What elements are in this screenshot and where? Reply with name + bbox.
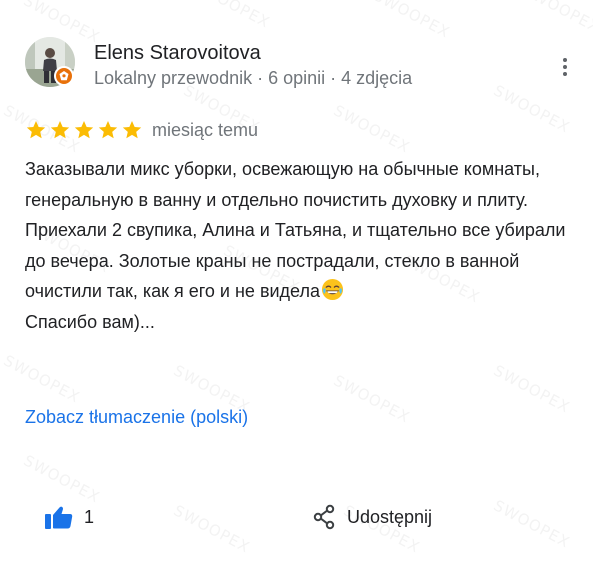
see-translation-link[interactable]: Zobacz tłumaczenie (polski) [25, 405, 248, 429]
share-icon [313, 504, 335, 530]
like-count: 1 [84, 507, 95, 527]
star-icon [50, 121, 70, 139]
rating-row: miesiąc temu [25, 118, 258, 142]
more-options-button[interactable] [556, 54, 574, 80]
thumbs-up-icon [45, 506, 73, 529]
review-date: miesiąc temu [152, 120, 259, 140]
review-text-ending: Спасибо вам)... [25, 311, 155, 332]
review-text: Заказывали микс уборки, освежающую на об… [25, 154, 570, 337]
share-button[interactable]: Udostępnij [312, 500, 432, 534]
star-icon [74, 121, 94, 139]
star-icon [26, 121, 46, 139]
local-guide-badge-icon [54, 66, 74, 86]
rolling-on-the-floor-laughing-emoji [321, 278, 344, 301]
reviewer-name[interactable]: Elens Starovoitova [94, 41, 261, 65]
star-icon [98, 121, 118, 139]
reviewer-meta: Lokalny przewodnik · 6 opinii · 4 zdjęci… [94, 68, 413, 88]
more-vert-icon [563, 58, 567, 76]
star-rating [25, 119, 143, 141]
review-text-body: Заказывали микс уборки, освежающую на об… [25, 159, 566, 301]
star-icon [122, 121, 142, 139]
review-card: Elens Starovoitova Lokalny przewodnik · … [0, 0, 593, 580]
share-label: Udostępnij [347, 507, 433, 527]
like-button[interactable]: 1 [44, 500, 94, 534]
